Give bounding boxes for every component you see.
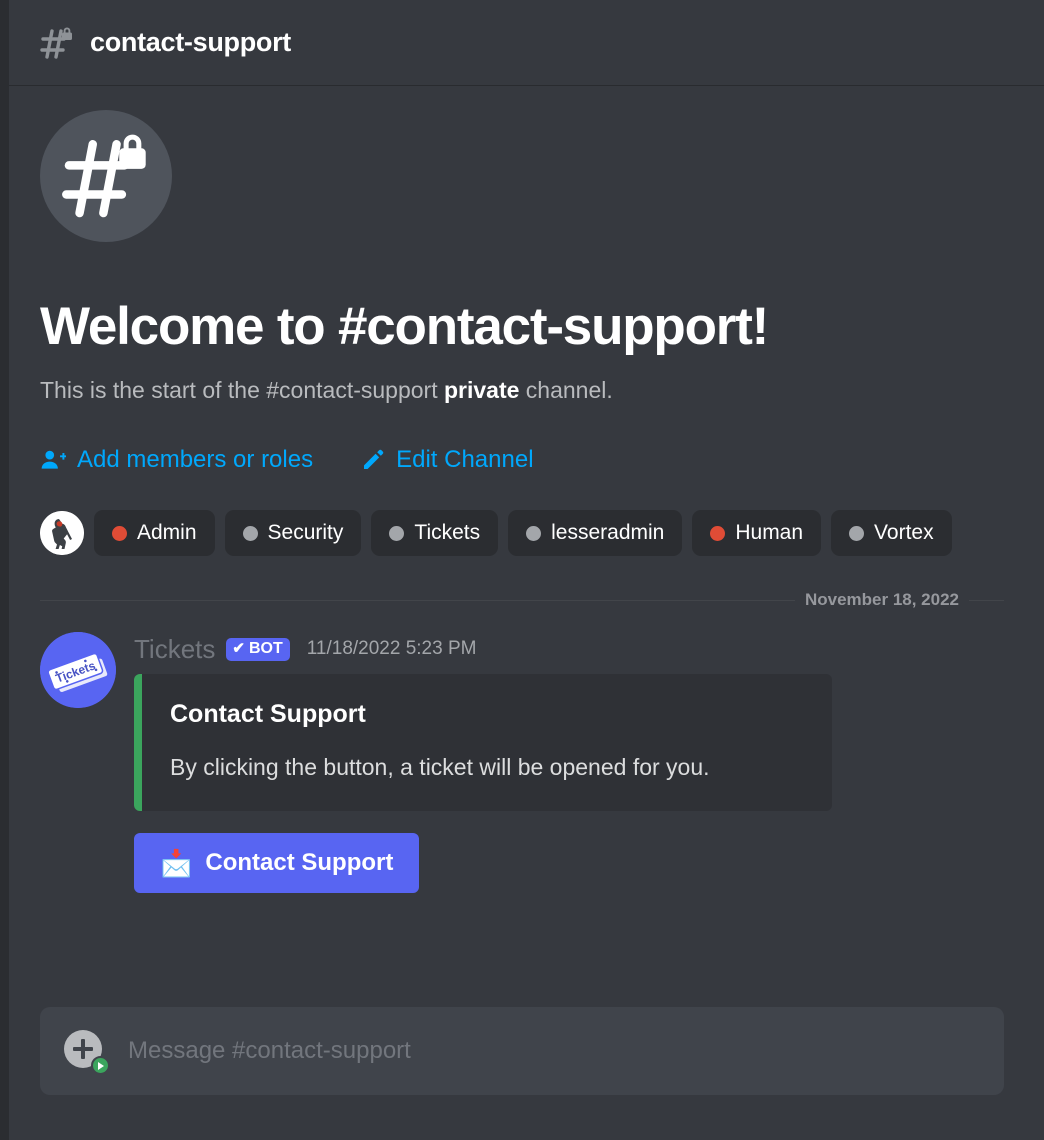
role-pill-tickets[interactable]: Tickets [371,510,499,557]
welcome-subtitle-bold: private [443,377,520,404]
role-label: lesseradmin [551,521,665,545]
attachment-app-badge-icon [91,1056,110,1075]
channel-actions: Add members or roles Edit Channel [40,446,1004,474]
embed-title: Contact Support [170,700,366,729]
welcome-subtitle: This is the start of the #contact-suppor… [40,377,1004,404]
discord-channel-view: contact-support Welcome to #contact-supp… [0,0,1044,1140]
composer-wrap [0,1007,1044,1095]
sidebar-edge-strip [0,0,9,1140]
edit-channel-link[interactable]: Edit Channel [361,446,534,474]
message-composer[interactable] [40,1007,1004,1095]
role-label: Vortex [874,521,934,545]
add-member-icon [40,447,66,473]
role-dot-icon [526,525,542,541]
welcome-subtitle-suffix: channel. [519,377,613,404]
role-dot-icon [710,525,726,541]
page-title: Welcome to #contact-support! [40,297,769,356]
role-pill-admin[interactable]: Admin [94,510,215,557]
message-embed: Contact Support By clicking the button, … [134,674,832,812]
role-label: Admin [137,521,197,545]
welcome-subtitle-prefix: This is the start of the #contact-suppor… [40,377,444,404]
incoming-envelope-icon: 📩 [160,848,193,879]
bot-badge-label: BOT [248,639,283,657]
roles-row: Admin Security Tickets lesseradmin Human [40,510,1004,557]
role-pill-security[interactable]: Security [224,510,362,557]
role-dot-icon [242,525,258,541]
add-members-or-roles-link[interactable]: Add members or roles [40,446,313,474]
date-divider: November 18, 2022 [40,590,1004,610]
pencil-icon [361,448,385,472]
role-pill-human[interactable]: Human [692,510,822,557]
hash-lock-icon [40,26,74,60]
channel-content: Welcome to #contact-support! This is the… [0,86,1044,1140]
welcome-block: Welcome to #contact-support! This is the… [0,86,1044,557]
edit-channel-label: Edit Channel [396,446,534,474]
plus-icon [73,1039,93,1059]
tickets-bot-avatar[interactable]: Tickets [40,632,116,709]
contact-support-button[interactable]: 📩 Contact Support [134,833,420,894]
message-body: Tickets ✔ BOT 11/18/2022 5:23 PM Contact… [134,632,1004,894]
message-input[interactable] [128,1037,980,1065]
role-dot-icon [849,525,865,541]
channel-hash-lock-icon [40,110,172,242]
add-members-or-roles-label: Add members or roles [77,446,314,474]
bot-badge: ✔ BOT [226,637,290,661]
add-attachment-icon[interactable] [64,1030,110,1075]
message-author[interactable]: Tickets [134,634,215,665]
verified-check-icon: ✔ [232,640,245,658]
role-label: Security [267,521,344,545]
channel-header: contact-support [0,0,1044,86]
message: Tickets Tickets ✔ BOT 11/18/2022 5:23 PM… [0,632,1044,894]
role-label: Human [735,521,804,545]
avatar[interactable] [40,511,84,556]
divider-line-right [969,599,1004,601]
contact-support-button-label: Contact Support [205,849,394,877]
role-pill-lesseradmin[interactable]: lesseradmin [508,510,683,557]
role-dot-icon [389,525,405,541]
channel-name: contact-support [90,27,291,57]
message-timestamp: 11/18/2022 5:23 PM [306,638,477,660]
role-label: Tickets [414,521,481,545]
role-pill-vortex[interactable]: Vortex [831,510,952,557]
divider-date-label: November 18, 2022 [804,590,959,610]
divider-line-left [40,599,795,601]
embed-description: By clicking the button, a ticket will be… [170,754,710,781]
role-dot-icon [112,525,127,541]
message-header: Tickets ✔ BOT 11/18/2022 5:23 PM [134,632,1004,666]
